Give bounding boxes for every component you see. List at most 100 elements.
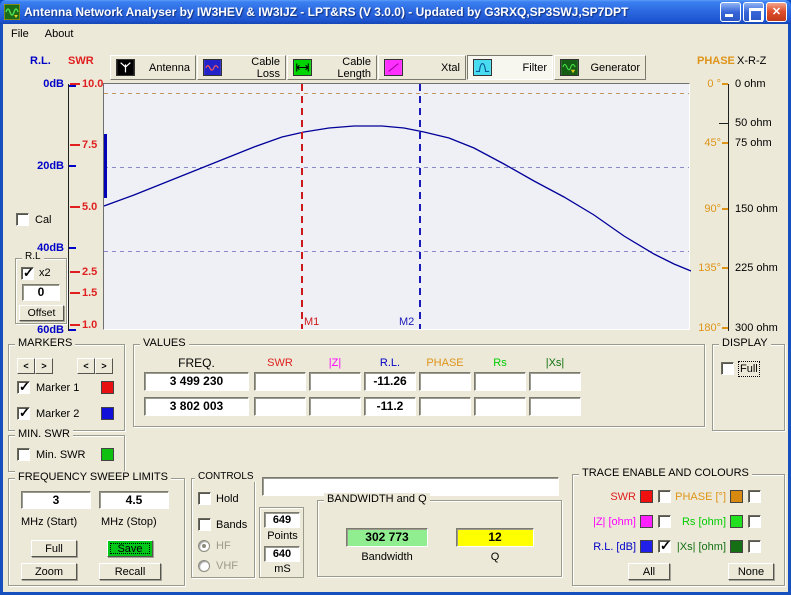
phase-tick [722,83,728,85]
db-tick [69,85,76,87]
offset-button[interactable]: Offset [19,305,64,321]
left-axis-line [68,84,69,331]
cable-loss-icon [203,59,222,76]
rl-axis-title: R.L. [30,55,51,67]
bands-checkbox[interactable] [198,518,211,531]
min-swr-label: Min. SWR [36,449,86,461]
min-swr-color-swatch[interactable] [101,448,114,461]
controls-group: CONTROLS Hold Bands HF VHF [191,471,257,578]
cal-label: Cal [35,214,52,226]
trace-z-label: |Z| [ohm] [592,516,636,528]
client-area: R.L. SWR PHASE X-R-Z Antenna Cable Loss … [0,43,791,592]
antenna-mode-button[interactable]: Antenna [110,55,196,80]
cable-loss-mode-button[interactable]: Cable Loss [197,55,286,80]
m2-phase-value [419,397,471,416]
xtal-mode-button[interactable]: Xtal [378,55,466,80]
xtal-label: Xtal [441,61,460,74]
trace-none-button[interactable]: None [728,563,774,580]
trace-phase-swatch[interactable] [730,490,743,503]
xs-header: |Xs| [545,357,565,369]
marker2-line[interactable]: M2 [399,84,421,329]
cable-length-icon [293,59,312,76]
m2-rl-value: -11.2 [364,397,416,416]
marker2-prev-button[interactable]: < [77,358,95,374]
trace-xs-checkbox[interactable] [748,540,761,553]
ohm-tick-label: 150 ohm [735,203,778,215]
full-display-checkbox[interactable] [721,362,734,375]
marker2-next-button[interactable]: > [95,358,113,374]
values-group: VALUES FREQ. SWR |Z| R.L. PHASE Rs |Xs| … [133,337,705,427]
cable-loss-label: Cable Loss [251,55,280,80]
marker2-color-swatch[interactable] [101,407,114,420]
rl-header: R.L. [379,357,401,369]
marker1-next-button[interactable]: > [35,358,53,374]
phase-tick-label: 90° [704,203,721,215]
trace-phase-label: PHASE [°] [675,491,726,503]
menu-about[interactable]: About [37,26,82,42]
marker1-checkbox[interactable] [17,379,30,395]
stop-freq-label: MHz (Stop) [101,516,157,528]
cable-length-mode-button[interactable]: Cable Length [287,55,377,80]
ms-value: 640 [264,546,300,562]
stop-freq-input[interactable]: 4.5 [99,491,169,509]
ohm-tick-label: 0 ohm [735,78,766,90]
hf-radio[interactable] [198,540,210,552]
m1-swr-value [254,372,306,391]
window-title: Antenna Network Analyser by IW3HEV & IW3… [24,5,629,19]
hold-checkbox[interactable] [198,492,211,505]
rs-header: Rs [493,357,507,369]
swr-tick [70,271,80,273]
m2-rs-value [474,397,526,416]
menu-file[interactable]: File [3,26,37,42]
antenna-icon [116,59,135,76]
trace-rs-checkbox[interactable] [748,515,761,528]
cal-checkbox[interactable] [16,213,29,226]
marker1-line[interactable]: M1 [301,84,319,329]
trace-phase-checkbox[interactable] [748,490,761,503]
trace-all-button[interactable]: All [628,563,670,580]
minimize-button[interactable] [720,2,741,22]
display-group: DISPLAY Full [712,337,785,431]
db-tick-label: 0dB [43,78,64,90]
marker2-label: M2 [399,316,415,328]
x2-checkbox[interactable] [21,265,34,281]
x2-label: x2 [39,267,51,279]
markers-legend: MARKERS [15,337,76,349]
title-bar[interactable]: Antenna Network Analyser by IW3HEV & IW3… [0,0,791,24]
m2-z-value [309,397,361,416]
swr-tick-label: 5.0 [82,201,98,213]
trace-rs-swatch[interactable] [730,515,743,528]
trace-xs-swatch[interactable] [730,540,743,553]
display-legend: DISPLAY [719,337,771,349]
sweep-save-button[interactable]: Save [107,540,153,557]
offset-input[interactable]: 0 [22,284,60,301]
q-value: 12 [456,528,534,547]
sweep-zoom-button[interactable]: Zoom [21,563,77,580]
xtal-icon [384,59,403,76]
start-freq-input[interactable]: 3 [21,491,91,509]
marker2-checkbox[interactable] [17,405,30,421]
swr-tick-label: 2.5 [82,266,98,278]
sweep-chart[interactable]: M1 M2 [103,83,691,330]
vhf-radio[interactable] [198,560,210,572]
app-icon [4,4,20,20]
trace-rl-label: R.L. [dB] [593,541,636,553]
rl-offset-group: R.L x2 0 Offset [15,251,67,324]
bandwidth-group: BANDWIDTH and Q 302 773 Bandwidth 12 Q [317,493,562,577]
min-swr-checkbox[interactable] [17,448,30,461]
m1-freq-value: 3 499 230 [144,372,249,391]
phase-tick [722,267,728,269]
points-value: 649 [264,512,300,528]
close-button[interactable]: ✕ [766,2,787,22]
sweep-recall-button[interactable]: Recall [99,563,161,580]
swr-tick-label: 10.0 [82,78,104,90]
marker1-prev-button[interactable]: < [17,358,35,374]
bandwidth-label: Bandwidth [361,551,413,563]
filter-mode-button[interactable]: Filter [467,55,553,80]
generator-mode-button[interactable]: Generator [554,55,646,80]
m2-xs-value [529,397,581,416]
sweep-full-button[interactable]: Full [31,540,77,557]
marker1-color-swatch[interactable] [101,381,114,394]
maximize-button[interactable] [743,2,764,22]
ohm-tick-label: 75 ohm [735,137,772,149]
